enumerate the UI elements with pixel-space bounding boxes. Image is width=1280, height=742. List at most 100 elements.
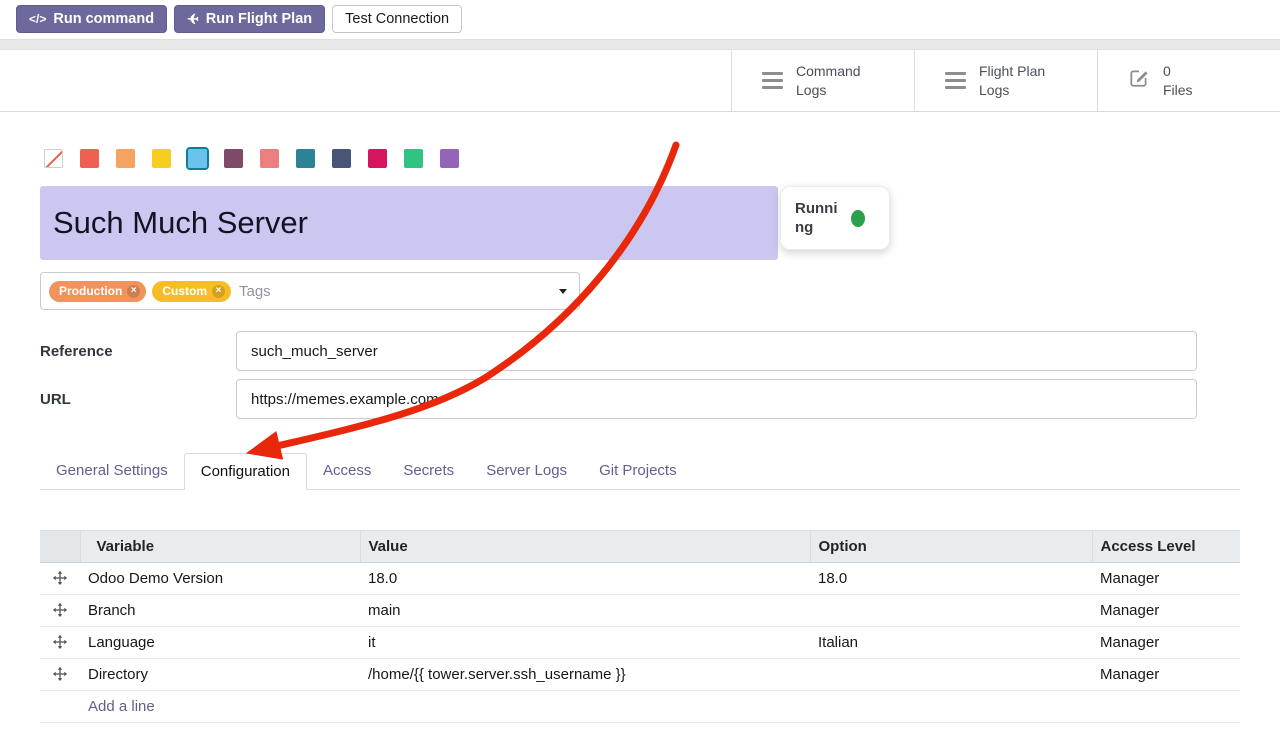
cell-value[interactable]: main (360, 595, 810, 627)
tag-label: Custom (162, 284, 207, 298)
server-name-input[interactable]: Such Much Server (40, 186, 778, 260)
cell-access-level[interactable]: Manager (1092, 563, 1240, 595)
header-variable: Variable (80, 531, 360, 563)
reference-label: Reference (40, 343, 236, 360)
cell-variable[interactable]: Branch (80, 595, 360, 627)
test-connection-label: Test Connection (345, 11, 449, 27)
stat-line: Logs (796, 81, 861, 99)
stat-button-command-logs[interactable]: Command Logs (731, 50, 914, 111)
color-swatch-salmon[interactable] (260, 149, 279, 168)
remove-tag-icon[interactable]: × (212, 285, 225, 298)
tab-secrets[interactable]: Secrets (387, 453, 470, 489)
cell-option[interactable]: 18.0 (810, 563, 1092, 595)
color-swatch-teal[interactable] (296, 149, 315, 168)
color-swatch-navy[interactable] (332, 149, 351, 168)
page: { "topbar": { "buttons": [ { "label": "R… (0, 0, 1280, 742)
dropdown-caret-icon[interactable] (559, 289, 567, 294)
cell-variable[interactable]: Directory (80, 659, 360, 691)
drag-handle-icon[interactable] (53, 667, 67, 685)
code-icon: </> (29, 12, 46, 26)
tab-git-projects[interactable]: Git Projects (583, 453, 693, 489)
url-field-row: URL https://memes.example.com (40, 379, 1240, 419)
tag-custom[interactable]: Custom × (152, 281, 231, 302)
stat-label-flight-plan-logs: Flight Plan Logs (979, 62, 1045, 98)
url-input[interactable]: https://memes.example.com (236, 379, 1197, 419)
cell-value[interactable]: /home/{{ tower.server.ssh_username }} (360, 659, 810, 691)
cell-access-level[interactable]: Manager (1092, 659, 1240, 691)
color-swatch-green[interactable] (404, 149, 423, 168)
cell-access-level[interactable]: Manager (1092, 595, 1240, 627)
stat-label-files: 0 Files (1163, 62, 1193, 98)
tags-input[interactable]: Production × Custom × Tags (40, 272, 580, 310)
drag-handle-icon[interactable] (53, 571, 67, 589)
test-connection-button[interactable]: Test Connection (332, 5, 462, 33)
cell-variable[interactable]: Odoo Demo Version (80, 563, 360, 595)
drag-column-header (40, 531, 80, 563)
fields: Reference such_much_server URL https://m… (40, 331, 1240, 419)
color-swatch-darkpurple[interactable] (224, 149, 243, 168)
add-line-row: Add a line (40, 691, 1240, 723)
tab-access[interactable]: Access (307, 453, 387, 489)
table-row: Branch main Manager (40, 595, 1240, 627)
tab-general-settings[interactable]: General Settings (40, 453, 184, 489)
plane-icon: ✈ (187, 11, 199, 28)
title-row: Such Much Server Running (40, 186, 1240, 260)
cell-option[interactable]: Italian (810, 627, 1092, 659)
remove-tag-icon[interactable]: × (127, 285, 140, 298)
table-header-row: Variable Value Option Access Level (40, 531, 1240, 563)
color-palette (40, 149, 1240, 168)
cell-access-level[interactable]: Manager (1092, 627, 1240, 659)
run-command-button[interactable]: </> Run command (16, 5, 167, 33)
cell-option[interactable] (810, 595, 1092, 627)
color-swatch-lightblue-selected[interactable] (188, 149, 207, 168)
divider-band (0, 39, 1280, 50)
configuration-table: Variable Value Option Access Level Odoo … (40, 530, 1240, 723)
color-swatch-red[interactable] (80, 149, 99, 168)
notebook-tabs: General Settings Configuration Access Se… (40, 453, 1240, 490)
stat-line: Command (796, 62, 861, 80)
stat-line: Logs (979, 81, 1045, 99)
tab-configuration[interactable]: Configuration (184, 453, 307, 490)
header-option: Option (810, 531, 1092, 563)
color-swatch-magenta[interactable] (368, 149, 387, 168)
topbar: </> Run command ✈ Run Flight Plan Test C… (0, 0, 1280, 39)
table-row: Odoo Demo Version 18.0 18.0 Manager (40, 563, 1240, 595)
cell-variable[interactable]: Language (80, 627, 360, 659)
color-swatch-yellow[interactable] (152, 149, 171, 168)
stat-line: 0 (1163, 62, 1193, 80)
drag-handle-icon[interactable] (53, 603, 67, 621)
cell-value[interactable]: it (360, 627, 810, 659)
color-swatch-orange[interactable] (116, 149, 135, 168)
run-command-label: Run command (53, 11, 154, 27)
stat-line: Files (1163, 81, 1193, 99)
tag-label: Production (59, 284, 122, 298)
color-swatch-purple[interactable] (440, 149, 459, 168)
edit-icon (1128, 67, 1150, 94)
header-access-level: Access Level (1092, 531, 1240, 563)
status-card: Running (780, 186, 890, 250)
color-swatch-none[interactable] (44, 149, 63, 168)
header-value: Value (360, 531, 810, 563)
list-icon (762, 72, 783, 90)
tab-server-logs[interactable]: Server Logs (470, 453, 583, 489)
stat-button-files[interactable]: 0 Files (1097, 50, 1280, 111)
drag-handle-icon[interactable] (53, 635, 67, 653)
tags-placeholder: Tags (239, 283, 271, 300)
reference-field-row: Reference such_much_server (40, 331, 1240, 371)
stat-line: Flight Plan (979, 62, 1045, 80)
status-label: Running (795, 199, 845, 238)
table-row: Language it Italian Manager (40, 627, 1240, 659)
cell-option[interactable] (810, 659, 1092, 691)
tag-production[interactable]: Production × (49, 281, 146, 302)
form-sheet: Such Much Server Running Production × Cu… (0, 149, 1280, 723)
stat-button-flight-plan-logs[interactable]: Flight Plan Logs (914, 50, 1097, 111)
list-icon (945, 72, 966, 90)
cell-value[interactable]: 18.0 (360, 563, 810, 595)
run-flight-plan-label: Run Flight Plan (206, 11, 312, 27)
status-dot (851, 210, 865, 227)
reference-input[interactable]: such_much_server (236, 331, 1197, 371)
add-line-link[interactable]: Add a line (88, 698, 155, 715)
stat-label-command-logs: Command Logs (796, 62, 861, 98)
run-flight-plan-button[interactable]: ✈ Run Flight Plan (174, 5, 325, 33)
control-panel: Command Logs Flight Plan Logs 0 Files (0, 50, 1280, 112)
